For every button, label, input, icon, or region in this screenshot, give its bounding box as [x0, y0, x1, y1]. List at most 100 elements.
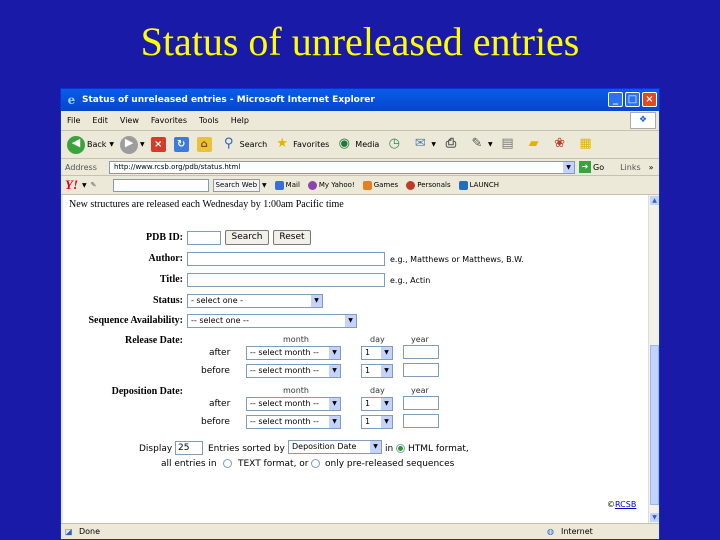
go-button[interactable]: ➜ Go: [579, 161, 604, 173]
yahoo-personals-icon: [406, 180, 416, 190]
deposition-after-label: after: [209, 399, 231, 409]
scroll-down-icon[interactable]: ▼: [650, 513, 659, 522]
mail-dropdown-icon[interactable]: ▼: [431, 141, 436, 148]
deposition-before-day-select[interactable]: 1 ▼: [361, 415, 393, 429]
text-format-radio[interactable]: [223, 459, 232, 468]
menu-tools[interactable]: Tools: [193, 116, 225, 125]
yahoo-launch-button[interactable]: LAUNCH: [458, 180, 499, 190]
release-before-day-select[interactable]: 1 ▼: [361, 364, 393, 378]
deposition-after-month-value: -- select month --: [250, 399, 319, 408]
refresh-button[interactable]: ↻: [173, 137, 191, 152]
display-count-input[interactable]: 25: [175, 441, 203, 455]
yahoo-games-button[interactable]: Games: [362, 180, 398, 190]
forward-dropdown-icon[interactable]: ▼: [140, 141, 145, 148]
menu-file[interactable]: File: [61, 116, 86, 125]
sort-by-select[interactable]: Deposition Date ▼: [288, 440, 382, 454]
search-button[interactable]: ⚲ Search: [220, 136, 267, 154]
deposition-after-day-select[interactable]: 1 ▼: [361, 397, 393, 411]
sort-by-dropdown-icon: ▼: [370, 441, 381, 453]
deposition-before-day-dropdown-icon: ▼: [381, 416, 392, 428]
back-dropdown-icon[interactable]: ▼: [109, 141, 114, 148]
home-button[interactable]: ⌂: [196, 137, 214, 152]
print-icon: ⎙: [445, 135, 457, 151]
release-after-month-value: -- select month --: [250, 348, 319, 357]
deposition-before-year-input[interactable]: [403, 414, 439, 428]
title-input[interactable]: [187, 273, 385, 287]
yahoo-mail-button[interactable]: Mail: [274, 180, 300, 190]
address-input[interactable]: http://www.rcsb.org/pdb/status.html ▼: [109, 160, 575, 174]
deposition-before-month-value: -- select month --: [250, 417, 319, 426]
release-before-year-input[interactable]: [403, 363, 439, 377]
scroll-up-icon[interactable]: ▲: [650, 196, 659, 205]
refresh-icon: ↻: [173, 137, 189, 152]
messenger-button[interactable]: ❀: [551, 136, 571, 154]
title-bar[interactable]: e Status of unreleased entries - Microso…: [61, 89, 659, 111]
print-button[interactable]: ⎙: [442, 136, 462, 154]
history-button[interactable]: ◷: [385, 136, 405, 154]
deposition-after-month-select[interactable]: -- select month -- ▼: [246, 397, 341, 411]
links-chevron-icon[interactable]: »: [649, 163, 654, 172]
deposition-after-year-input[interactable]: [403, 396, 439, 410]
stop-icon: ×: [150, 137, 166, 152]
stop-button[interactable]: ×: [150, 137, 168, 152]
author-input[interactable]: [187, 252, 385, 266]
yahoo-logo-icon[interactable]: Y!: [65, 177, 78, 193]
my-yahoo-button[interactable]: My Yahoo!: [307, 180, 355, 190]
links-label[interactable]: Links: [620, 163, 641, 172]
window-title: Status of unreleased entries - Microsoft…: [82, 95, 375, 105]
favorites-button[interactable]: ★ Favorites: [273, 136, 329, 154]
research-button[interactable]: ▦: [577, 136, 597, 154]
html-format-radio[interactable]: [396, 444, 405, 453]
address-label: Address: [65, 162, 97, 172]
pencil-icon[interactable]: ✎: [91, 181, 97, 189]
release-before-month-dropdown-icon: ▼: [329, 365, 340, 377]
search-web-dropdown-icon[interactable]: ▼: [262, 182, 267, 189]
status-select[interactable]: - select one - ▼: [187, 294, 323, 308]
folder-button[interactable]: ▰: [525, 136, 545, 154]
rcsb-link[interactable]: RCSB: [615, 500, 636, 509]
minimize-button[interactable]: _: [608, 92, 623, 107]
back-button[interactable]: ◀ Back ▼: [67, 135, 114, 154]
menu-help[interactable]: Help: [225, 116, 255, 125]
edit-button[interactable]: ✎ ▼: [468, 136, 493, 154]
release-after-month-select[interactable]: -- select month -- ▼: [246, 346, 341, 360]
deposition-before-month-select[interactable]: -- select month -- ▼: [246, 415, 341, 429]
close-button[interactable]: ×: [642, 92, 657, 107]
menu-bar: File Edit View Favorites Tools Help ❖: [61, 111, 659, 131]
discuss-button[interactable]: ▤: [499, 136, 519, 154]
reset-button[interactable]: Reset: [273, 230, 311, 245]
media-button[interactable]: ◉ Media: [335, 136, 380, 154]
forward-button[interactable]: ▶ ▼: [120, 135, 145, 154]
yahoo-dropdown-icon[interactable]: ▼: [82, 182, 87, 189]
menu-edit[interactable]: Edit: [86, 116, 114, 125]
pdb-id-input[interactable]: [187, 231, 221, 245]
internet-zone-icon: ◍: [547, 527, 554, 536]
address-dropdown-icon[interactable]: ▼: [563, 161, 574, 173]
search-submit-button[interactable]: Search: [225, 230, 269, 245]
release-after-day-select[interactable]: 1 ▼: [361, 346, 393, 360]
yahoo-search-web-button[interactable]: Search Web: [212, 178, 261, 192]
internet-zone-label: Internet: [561, 527, 593, 536]
menu-view[interactable]: View: [114, 116, 145, 125]
mail-button[interactable]: ✉ ▼: [411, 136, 436, 154]
yahoo-search-input[interactable]: [112, 178, 209, 192]
sort-by-value: Deposition Date: [292, 442, 357, 451]
prereleased-sequences-radio[interactable]: [311, 459, 320, 468]
sequence-availability-label: Sequence Availability:: [88, 315, 183, 326]
slide-title: Status of unreleased entries: [140, 19, 580, 64]
deposition-before-day-value: 1: [365, 417, 371, 426]
release-after-year-input[interactable]: [403, 345, 439, 359]
release-before-month-select[interactable]: -- select month -- ▼: [246, 364, 341, 378]
deposition-after-day-dropdown-icon: ▼: [381, 398, 392, 410]
windows-logo-icon: ❖: [630, 112, 656, 129]
yahoo-personals-button[interactable]: Personals: [406, 180, 451, 190]
sequence-availability-select[interactable]: -- select one -- ▼: [187, 314, 357, 328]
deposition-after-day-value: 1: [365, 399, 371, 408]
edit-dropdown-icon[interactable]: ▼: [488, 141, 493, 148]
scroll-thumb[interactable]: [650, 345, 659, 505]
vertical-scrollbar[interactable]: ▲ ▼: [648, 195, 659, 523]
maximize-button[interactable]: □: [625, 92, 640, 107]
copyright-symbol: ©: [607, 500, 615, 509]
deposition-after-month-dropdown-icon: ▼: [329, 398, 340, 410]
menu-favorites[interactable]: Favorites: [145, 116, 193, 125]
